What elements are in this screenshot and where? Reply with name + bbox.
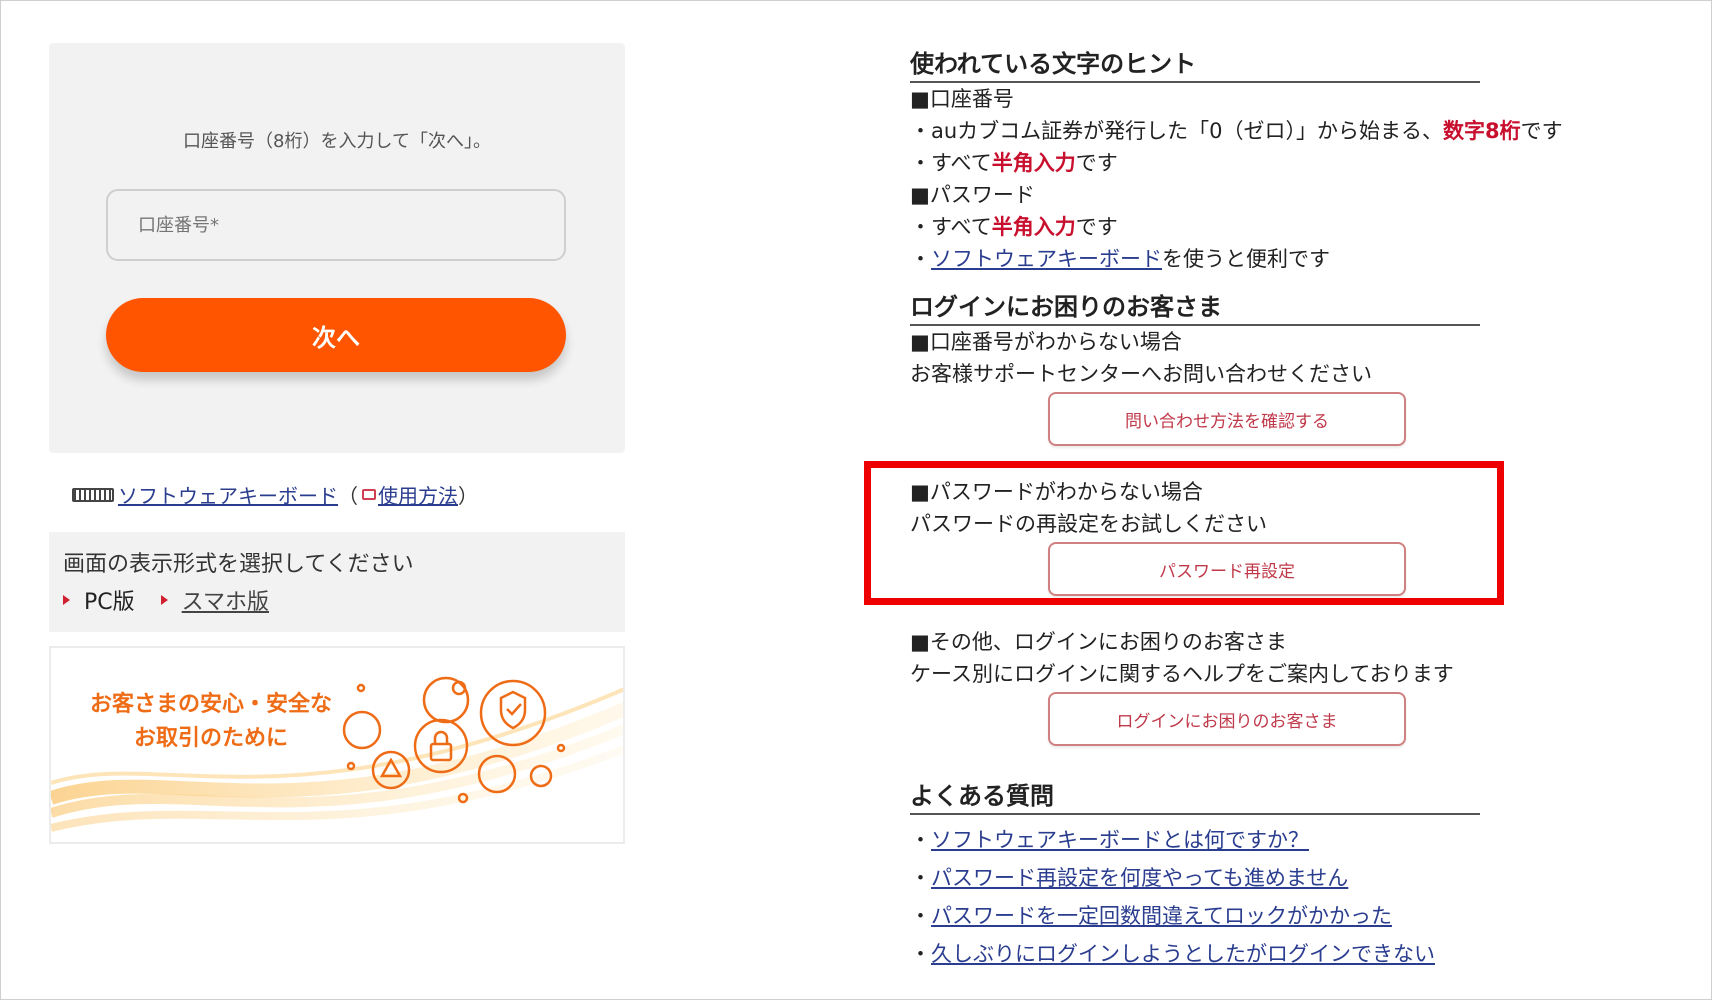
banner-line-2: お取引のために — [133, 726, 288, 751]
display-mode-panel: 画面の表示形式を選択してください PC版 スマホ版 — [49, 532, 625, 632]
usage-link[interactable]: 使用方法 — [378, 480, 458, 509]
password-hint-line-2: ・ソフトウェアキーボードを使うと便利です — [910, 247, 1330, 271]
close-paren: ） — [458, 484, 478, 508]
other-trouble-text: ケース別にログインに関するヘルプをご案内しております — [910, 662, 1454, 686]
password-hint-line-1: ・すべて半角入力です — [910, 215, 1118, 239]
account-number-input[interactable] — [106, 189, 566, 261]
keyboard-row: ソフトウェアキーボード （ 使用方法 ） — [72, 480, 478, 509]
faq-item: ・パスワード再設定を何度やっても進めません — [910, 866, 1349, 890]
faq-item: ・久しぶりにログインしようとしたがログインできない — [910, 942, 1435, 966]
pc-option: PC版 — [63, 584, 135, 616]
fingerprint-icon — [422, 676, 470, 724]
display-mode-title: 画面の表示形式を選択してください — [63, 552, 414, 577]
display-mode-options: PC版 スマホ版 — [63, 584, 269, 616]
trouble-heading: ログインにお困りのお客さま — [910, 287, 1480, 326]
login-instruction: 口座番号（8桁）を入力して「次へ」。 — [183, 131, 491, 152]
usage-icon — [362, 489, 376, 500]
software-keyboard-link[interactable]: ソフトウェアキーボード — [118, 480, 338, 509]
faq-item: ・ソフトウェアキーボードとは何ですか？ — [910, 828, 1309, 852]
banner-text: お客さまの安心・安全な お取引のために — [51, 688, 371, 756]
smartphone-link[interactable]: スマホ版 — [182, 584, 269, 616]
account-hint-heading: ■口座番号 — [910, 87, 1014, 111]
software-keyboard-hint-link[interactable]: ソフトウェアキーボード — [931, 247, 1162, 271]
account-hint-line-1: ・auカブコム証券が発行した「0（ゼロ）」から始まる、数字8桁です — [910, 119, 1563, 143]
password-section-highlight — [864, 461, 1504, 605]
faq-link[interactable]: ソフトウェアキーボードとは何ですか？ — [931, 828, 1309, 852]
faq-link[interactable]: パスワード再設定を何度やっても進めません — [931, 866, 1348, 890]
password-hint-heading: ■パスワード — [910, 183, 1035, 207]
faq-item: ・パスワードを一定回数間違えてロックがかかった — [910, 904, 1392, 928]
open-paren: （ — [338, 484, 358, 508]
faq-link[interactable]: 久しぶりにログインしようとしたがログインできない — [931, 942, 1435, 966]
account-unknown-heading: ■口座番号がわからない場合 — [910, 330, 1182, 354]
login-panel: 口座番号（8桁）を入力して「次へ」。 次へ — [49, 43, 625, 453]
account-unknown-text: お客様サポートセンターへお問い合わせください — [910, 362, 1372, 386]
pc-label: PC版 — [84, 590, 135, 615]
security-banner[interactable]: お客さまの安心・安全な お取引のために — [49, 646, 625, 844]
account-hint-line-2: ・すべて半角入力です — [910, 151, 1118, 175]
triangle-bullet-icon — [160, 595, 168, 605]
next-button[interactable]: 次へ — [106, 298, 566, 372]
triangle-bullet-icon — [63, 595, 70, 605]
keyboard-icon — [72, 487, 114, 502]
banner-line-1: お客さまの安心・安全な — [89, 692, 332, 717]
other-trouble-heading: ■その他、ログインにお困りのお客さま — [910, 630, 1287, 654]
faq-list: ・ソフトウェアキーボードとは何ですか？ ・パスワード再設定を何度やっても進めませ… — [910, 821, 1610, 973]
contact-method-button[interactable]: 問い合わせ方法を確認する — [1048, 392, 1406, 446]
faq-heading: よくある質問 — [910, 776, 1480, 815]
hints-heading: 使われている文字のヒント — [910, 44, 1480, 83]
smartphone-option[interactable]: スマホ版 — [160, 584, 269, 616]
faq-link[interactable]: パスワードを一定回数間違えてロックがかかった — [931, 904, 1392, 928]
login-help-button[interactable]: ログインにお困りのお客さま — [1048, 692, 1406, 746]
